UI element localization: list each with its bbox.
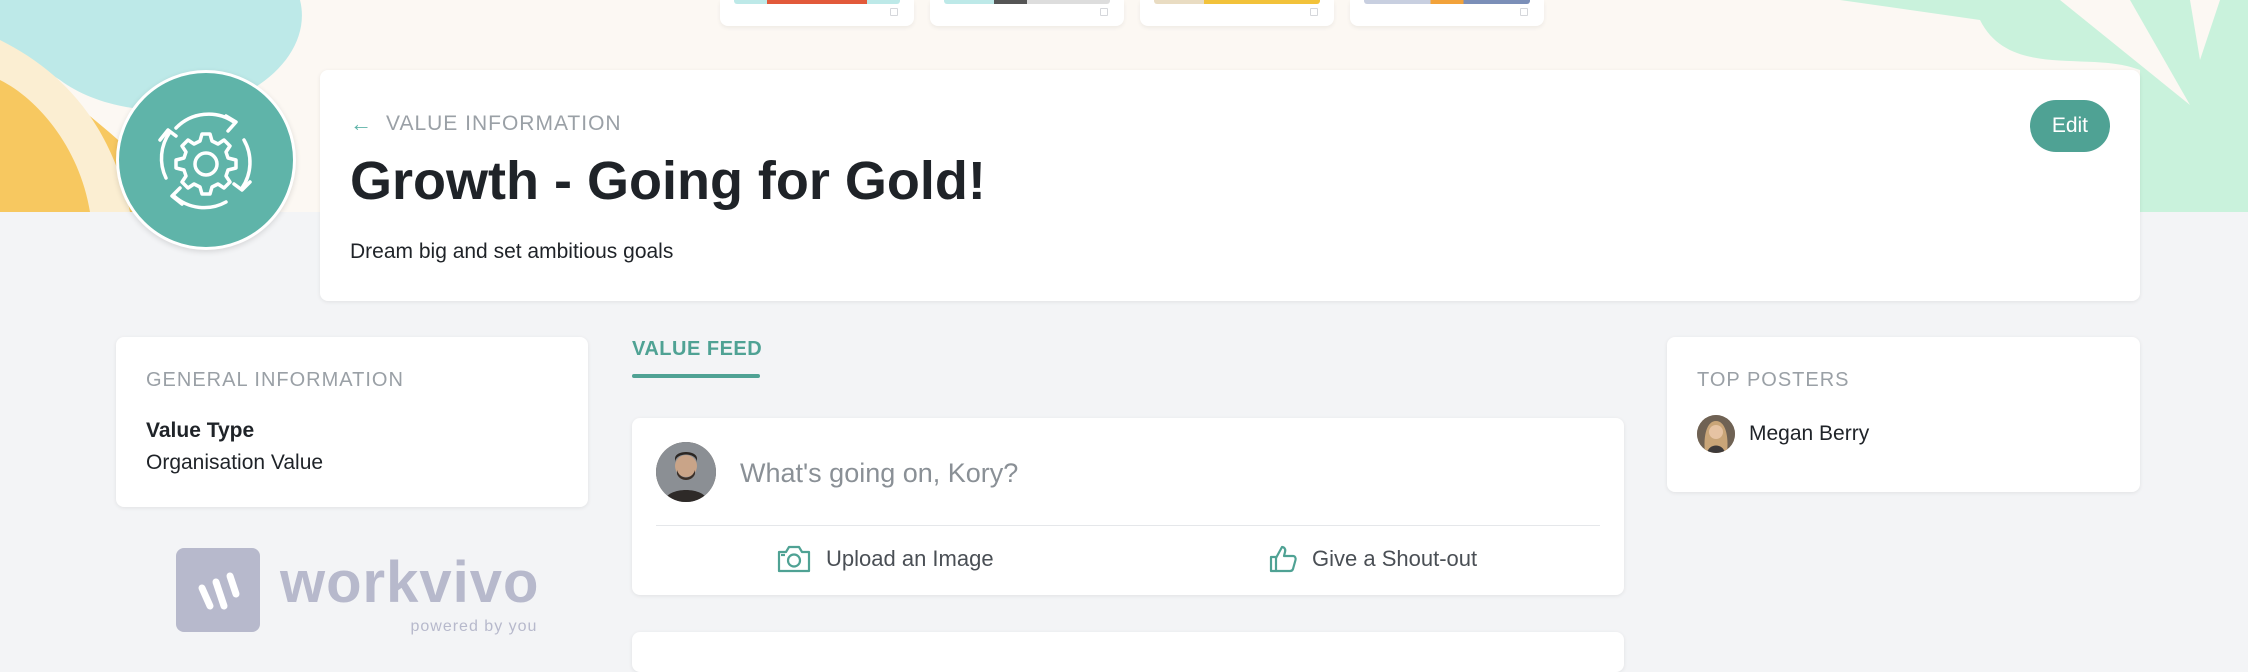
value-header-card: ← VALUE INFORMATION Growth - Going for G… [320,70,2140,301]
thumbnail[interactable] [930,0,1124,26]
active-tab-indicator [632,374,760,378]
page-title: Growth - Going for Gold! [350,151,986,211]
workvivo-logo-icon [176,548,260,632]
divider [656,525,1600,526]
general-information-card: GENERAL INFORMATION Value Type Organisat… [116,337,588,507]
back-link-label[interactable]: VALUE INFORMATION [386,112,622,136]
card-heading: GENERAL INFORMATION [146,369,404,391]
tab-value-feed[interactable]: VALUE FEED [632,338,762,361]
upload-image-label[interactable]: Upload an Image [826,546,994,572]
card-heading: TOP POSTERS [1697,369,1850,391]
top-poster-item[interactable]: Megan Berry [1697,415,1869,453]
workvivo-tagline: powered by you [410,618,538,635]
post-composer: Upload an Image Give a Shout-out [632,418,1624,595]
thumbnail[interactable] [1350,0,1544,26]
arrow-left-icon[interactable]: ← [350,113,372,135]
cover-thumbnails [720,0,1544,26]
workvivo-wordmark: workvivo [280,550,540,615]
top-posters-card: TOP POSTERS Megan Berry [1667,337,2140,492]
thumbnail[interactable] [720,0,914,26]
gear-cycle-icon [158,112,252,210]
value-type-value: Organisation Value [146,451,324,474]
top-poster-name[interactable]: Megan Berry [1749,422,1869,446]
value-type-label: Value Type [146,419,255,442]
back-link[interactable]: ← VALUE INFORMATION [350,112,622,136]
value-description: Dream big and set ambitious goals [350,240,674,263]
thumbs-up-icon [1269,545,1297,573]
thumbnail[interactable] [1140,0,1334,26]
composer-input[interactable] [740,458,1540,489]
bookmark-icon [1100,8,1108,16]
avatar[interactable] [1697,415,1735,453]
workvivo-logo: workvivo powered by you [176,548,540,635]
edit-button[interactable]: Edit [2029,100,2110,152]
camera-icon [777,545,811,573]
value-avatar [116,70,296,250]
upload-image-button[interactable]: Upload an Image [776,544,994,574]
bookmark-icon [1520,8,1528,16]
bookmark-icon [890,8,898,16]
avatar[interactable] [656,442,716,502]
give-shoutout-label[interactable]: Give a Shout-out [1312,546,1477,572]
feed-post [632,632,1624,672]
bookmark-icon [1310,8,1318,16]
give-shoutout-button[interactable]: Give a Shout-out [1268,544,1477,574]
